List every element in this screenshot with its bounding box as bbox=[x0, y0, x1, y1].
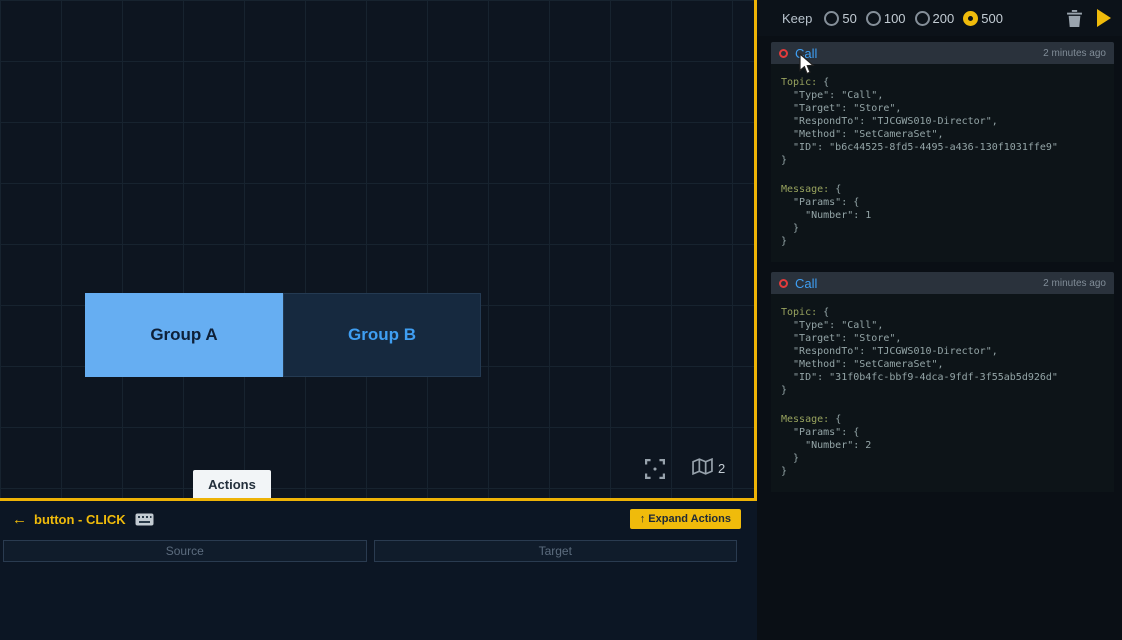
message-json: Message: { "Params": { "Number": 2 } } bbox=[781, 413, 1104, 478]
log-entry-timestamp: 2 minutes ago bbox=[1043, 278, 1106, 289]
action-detail-panel: ← button - CLICK ↑ Expand Actions bbox=[0, 501, 757, 640]
topic-label: Topic: bbox=[781, 307, 823, 318]
fit-view-button[interactable] bbox=[645, 459, 665, 484]
log-entry-title: Call bbox=[795, 276, 817, 291]
log-entry-header[interactable]: Call 2 minutes ago bbox=[771, 272, 1114, 294]
log-entries: Call 2 minutes ago Topic: { "Type": "Cal… bbox=[771, 42, 1114, 502]
play-button[interactable] bbox=[1096, 9, 1112, 27]
play-icon bbox=[1096, 9, 1112, 27]
log-entry-title: Call bbox=[795, 46, 817, 61]
target-input[interactable] bbox=[374, 540, 738, 562]
keep-option-500[interactable]: 500 bbox=[963, 11, 1003, 26]
radio-icon bbox=[824, 11, 839, 26]
radio-label: 500 bbox=[981, 11, 1003, 26]
call-type-icon bbox=[779, 279, 788, 288]
topic-json: Topic: { "Type": "Call", "Target": "Stor… bbox=[781, 76, 1104, 167]
keep-option-50[interactable]: 50 bbox=[824, 11, 856, 26]
back-arrow-icon[interactable]: ← bbox=[12, 511, 27, 528]
topic-label: Topic: bbox=[781, 77, 823, 88]
log-entry-body: Topic: { "Type": "Call", "Target": "Stor… bbox=[771, 294, 1114, 492]
message-label: Message: bbox=[781, 414, 835, 425]
radio-icon bbox=[866, 11, 881, 26]
keyboard-icon bbox=[135, 513, 154, 526]
keep-option-200[interactable]: 200 bbox=[915, 11, 955, 26]
log-entry: Call 2 minutes ago Topic: { "Type": "Cal… bbox=[771, 272, 1114, 492]
topic-content: { "Type": "Call", "Target": "Store", "Re… bbox=[781, 77, 1058, 166]
topic-json: Topic: { "Type": "Call", "Target": "Stor… bbox=[781, 306, 1104, 397]
clear-log-button[interactable] bbox=[1067, 10, 1082, 27]
topic-content: { "Type": "Call", "Target": "Store", "Re… bbox=[781, 307, 1058, 396]
expand-actions-button[interactable]: ↑ Expand Actions bbox=[630, 509, 741, 529]
keep-option-100[interactable]: 100 bbox=[866, 11, 906, 26]
source-target-row bbox=[0, 537, 757, 562]
node-canvas[interactable]: Group A Group B Actions 2 bbox=[0, 0, 757, 501]
keep-label: Keep bbox=[782, 11, 812, 26]
message-log-panel: Keep 50 100 200 500 bbox=[757, 0, 1122, 640]
call-type-icon bbox=[779, 49, 788, 58]
radio-label: 50 bbox=[842, 11, 856, 26]
action-title: button - CLICK bbox=[34, 512, 126, 527]
map-icon bbox=[692, 458, 713, 478]
radio-label: 200 bbox=[933, 11, 955, 26]
log-entry-body: Topic: { "Type": "Call", "Target": "Stor… bbox=[771, 64, 1114, 262]
message-label: Message: bbox=[781, 184, 835, 195]
trash-icon bbox=[1067, 10, 1082, 27]
fit-view-icon bbox=[645, 459, 665, 484]
message-json: Message: { "Params": { "Number": 1 } } bbox=[781, 183, 1104, 248]
map-count: 2 bbox=[718, 461, 725, 476]
log-entry: Call 2 minutes ago Topic: { "Type": "Cal… bbox=[771, 42, 1114, 262]
source-input[interactable] bbox=[3, 540, 367, 562]
group-a-button[interactable]: Group A bbox=[85, 293, 283, 377]
action-header-row: ← button - CLICK ↑ Expand Actions bbox=[0, 501, 757, 537]
group-b-button[interactable]: Group B bbox=[283, 293, 481, 377]
group-button-row: Group A Group B bbox=[85, 293, 481, 377]
log-toolbar: Keep 50 100 200 500 bbox=[757, 0, 1122, 36]
radio-label: 100 bbox=[884, 11, 906, 26]
actions-tab[interactable]: Actions bbox=[193, 470, 271, 498]
radio-selected-icon bbox=[963, 11, 978, 26]
log-entry-timestamp: 2 minutes ago bbox=[1043, 48, 1106, 59]
radio-icon bbox=[915, 11, 930, 26]
minimap-button[interactable]: 2 bbox=[692, 458, 725, 478]
log-entry-header[interactable]: Call 2 minutes ago bbox=[771, 42, 1114, 64]
